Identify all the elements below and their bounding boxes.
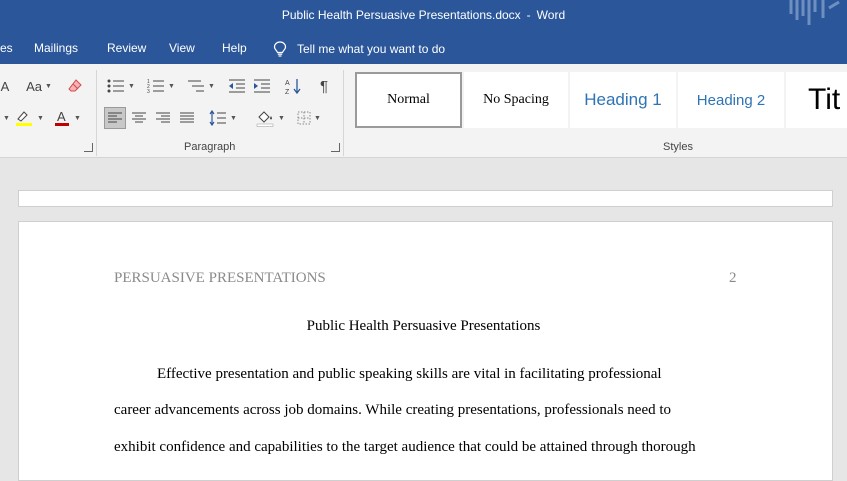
lightbulb-icon xyxy=(273,41,287,57)
style-normal[interactable]: Normal xyxy=(355,72,462,128)
sort-button[interactable]: A Z xyxy=(282,75,304,97)
app-name: Word xyxy=(536,8,566,22)
pilcrow-icon: ¶ xyxy=(319,77,329,95)
body-text-line: Effective presentation and public speaki… xyxy=(157,366,662,382)
increase-indent-icon xyxy=(254,79,270,93)
style-title[interactable]: Tit xyxy=(786,72,847,128)
running-head: PERSUASIVE PRESENTATIONS xyxy=(114,270,326,286)
menu-tab-view[interactable]: View xyxy=(169,41,195,55)
font-size-partial-button[interactable]: A xyxy=(0,75,10,97)
font-color-button[interactable]: A ▼ xyxy=(50,107,84,129)
change-case-button[interactable]: Aa ▼ xyxy=(22,75,56,97)
style-normal-label: Normal xyxy=(387,92,430,107)
menu-bar: es Mailings Review View Help Tell me wha… xyxy=(0,33,847,64)
paragraph-group-label: Paragraph xyxy=(184,141,236,153)
menu-tab-help[interactable]: Help xyxy=(222,41,247,55)
svg-text:A: A xyxy=(285,80,290,87)
chevron-down-icon: ▼ xyxy=(168,82,175,90)
justify-icon xyxy=(180,112,194,123)
clear-formatting-button[interactable] xyxy=(64,75,88,97)
chevron-down-icon: ▼ xyxy=(314,114,321,122)
svg-text:A: A xyxy=(57,109,66,124)
change-case-label: Aa xyxy=(26,78,42,94)
multilevel-list-button[interactable]: ▼ xyxy=(183,75,219,97)
title-decoration-graphic xyxy=(789,0,840,25)
style-heading-1[interactable]: Heading 1 xyxy=(570,72,676,128)
body-text-line: career advancements across job domains. … xyxy=(114,402,672,418)
bullet-list-icon xyxy=(107,79,125,93)
borders-icon xyxy=(297,111,311,125)
paint-bucket-icon xyxy=(256,111,274,127)
font-dialog-launcher-icon[interactable] xyxy=(84,143,93,152)
style-title-label: Tit xyxy=(808,83,841,116)
line-spacing-button[interactable]: ▼ xyxy=(206,107,240,129)
tell-me-text: Tell me what you want to do xyxy=(297,42,446,56)
title-bar: Public Health Persuasive Presentations.d… xyxy=(0,0,847,33)
bullets-button[interactable]: ▼ xyxy=(103,75,139,97)
style-heading-2[interactable]: Heading 2 xyxy=(678,72,784,128)
chevron-down-icon: ▼ xyxy=(37,114,44,122)
chevron-down-icon: ▼ xyxy=(278,114,285,122)
decrease-indent-icon xyxy=(229,79,245,93)
shading-button[interactable]: ▼ xyxy=(252,107,288,129)
style-heading-1-label: Heading 1 xyxy=(584,90,662,109)
previous-page-bottom xyxy=(18,190,833,207)
highlighter-icon xyxy=(16,111,33,126)
group-divider xyxy=(96,70,97,156)
numbering-button[interactable]: 1 2 3 ▼ xyxy=(143,75,179,97)
borders-button[interactable]: ▼ xyxy=(292,107,326,129)
style-no-spacing-label: No Spacing xyxy=(483,92,549,107)
chevron-down-icon: ▼ xyxy=(74,114,81,122)
svg-text:3: 3 xyxy=(147,89,150,93)
style-heading-2-label: Heading 2 xyxy=(696,91,766,109)
styles-group-label: Styles xyxy=(663,141,693,153)
page-number: 2 xyxy=(729,270,737,286)
document-title: Public Health Persuasive Presentations xyxy=(306,318,541,334)
align-center-button[interactable] xyxy=(128,107,150,129)
tell-me-box[interactable]: Tell me what you want to do xyxy=(273,38,445,60)
align-right-icon xyxy=(156,112,170,123)
style-no-spacing[interactable]: No Spacing xyxy=(464,72,568,128)
align-left-icon xyxy=(108,112,122,123)
document-name: Public Health Persuasive Presentations.d… xyxy=(281,8,521,22)
align-center-icon xyxy=(132,112,146,123)
chevron-down-icon: ▼ xyxy=(230,114,237,122)
align-right-button[interactable] xyxy=(152,107,174,129)
partial-dropdown-button[interactable]: ▼ xyxy=(0,107,10,129)
title-separator: - xyxy=(526,8,531,22)
styles-gallery: Normal No Spacing Heading 1 Heading 2 Ti… xyxy=(352,69,847,137)
align-left-button[interactable] xyxy=(104,107,126,129)
line-spacing-icon xyxy=(209,110,227,126)
font-color-icon: A xyxy=(55,109,70,126)
body-text-line: exhibit confidence and capabilities to t… xyxy=(114,439,696,455)
show-formatting-marks-button[interactable]: ¶ xyxy=(313,75,335,97)
menu-tab-review[interactable]: Review xyxy=(107,41,146,55)
ribbon: A Aa ▼ ▼ ▼ A ▼ ▼ 1 2 3 ▼ ▼ A Z ¶ ▼ ▼ ▼ P… xyxy=(0,64,847,158)
group-divider xyxy=(343,70,344,156)
numbered-list-icon: 1 2 3 xyxy=(147,79,165,93)
chevron-down-icon: ▼ xyxy=(128,82,135,90)
increase-indent-button[interactable] xyxy=(251,75,273,97)
highlight-color-button[interactable]: ▼ xyxy=(12,107,46,129)
chevron-down-icon: ▼ xyxy=(208,82,215,90)
menu-tab-mailings[interactable]: Mailings xyxy=(34,41,78,55)
eraser-icon xyxy=(68,79,82,92)
sort-icon: A Z xyxy=(285,79,301,95)
multilevel-list-icon xyxy=(188,80,205,92)
menu-tab-design-partial[interactable]: es xyxy=(0,41,13,55)
window-title: Public Health Persuasive Presentations.d… xyxy=(0,8,847,22)
svg-text:Z: Z xyxy=(285,89,290,95)
chevron-down-icon: ▼ xyxy=(3,114,10,122)
paragraph-dialog-launcher-icon[interactable] xyxy=(331,143,340,152)
chevron-down-icon: ▼ xyxy=(44,82,52,90)
decrease-indent-button[interactable] xyxy=(226,75,248,97)
justify-button[interactable] xyxy=(176,107,198,129)
